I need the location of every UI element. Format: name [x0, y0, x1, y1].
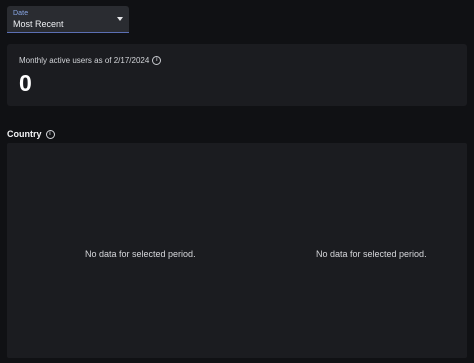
caret-down-icon: [117, 17, 123, 21]
country-panel: No data for selected period. No data for…: [7, 143, 467, 358]
date-filter-select[interactable]: Date Most Recent: [7, 6, 129, 33]
monthly-active-users-card: Monthly active users as of 2/17/2024 i 0: [7, 44, 467, 106]
mau-title-row: Monthly active users as of 2/17/2024 i: [19, 56, 162, 65]
country-section-header: Country i: [7, 129, 55, 139]
info-icon[interactable]: i: [152, 56, 162, 65]
page: Date Most Recent Monthly active users as…: [0, 0, 474, 363]
info-icon[interactable]: i: [45, 129, 55, 139]
country-title: Country: [7, 129, 42, 139]
empty-message-left: No data for selected period.: [85, 249, 196, 259]
date-filter-label: Date: [13, 10, 29, 17]
mau-value: 0: [19, 70, 32, 96]
date-filter-value: Most Recent: [13, 19, 64, 29]
empty-message-right: No data for selected period.: [316, 249, 427, 259]
mau-title: Monthly active users as of 2/17/2024: [19, 56, 150, 65]
